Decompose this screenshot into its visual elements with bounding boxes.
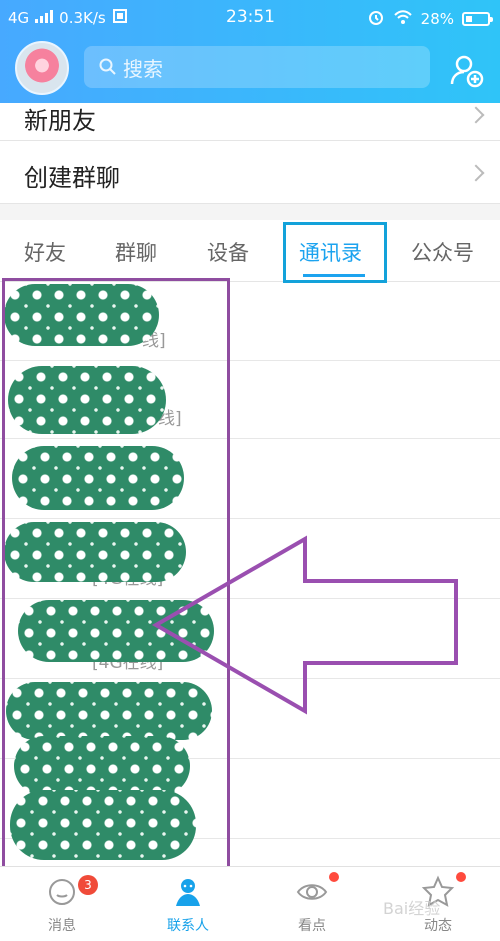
network-label: 4G bbox=[8, 9, 30, 27]
battery-percent: 28% bbox=[420, 10, 454, 28]
top-header: 4G 0.3K/s 23:51 28% 搜索 bbox=[0, 0, 500, 103]
create-group-label: 创建群聊 bbox=[24, 164, 120, 192]
create-group-row[interactable]: 创建群聊 bbox=[0, 141, 500, 204]
status-left: 4G 0.3K/s bbox=[8, 8, 128, 28]
message-icon bbox=[45, 875, 79, 909]
nav-label: 消息 bbox=[48, 918, 76, 934]
network-speed: 0.3K/s bbox=[59, 9, 106, 27]
add-friend-icon[interactable] bbox=[450, 54, 484, 88]
tab-official-accounts[interactable]: 公众号 bbox=[411, 237, 474, 267]
highlight-annotation bbox=[283, 222, 387, 283]
status-right: 28% bbox=[367, 8, 493, 30]
nav-label: 看点 bbox=[298, 918, 326, 934]
search-icon bbox=[98, 57, 118, 77]
signal-icon bbox=[35, 9, 54, 27]
new-friends-label: 新朋友 bbox=[24, 107, 96, 135]
battery-icon bbox=[462, 12, 493, 26]
avatar[interactable] bbox=[15, 41, 69, 95]
contact-tabs: 好友 群聊 设备 通讯录 公众号 bbox=[0, 220, 500, 282]
chevron-right-icon bbox=[467, 164, 485, 182]
wifi-icon bbox=[393, 9, 413, 29]
status-bar: 4G 0.3K/s 23:51 28% bbox=[0, 0, 500, 36]
app-icon bbox=[112, 8, 128, 28]
notification-dot bbox=[329, 872, 339, 882]
chevron-right-icon bbox=[467, 106, 485, 124]
clock: 23:51 bbox=[226, 7, 275, 27]
nav-contacts[interactable]: 联系人 bbox=[148, 875, 228, 935]
watermark: Bai经验 bbox=[383, 899, 441, 918]
tab-devices[interactable]: 设备 bbox=[207, 237, 249, 267]
arrow-annotation-icon bbox=[151, 535, 458, 715]
notification-dot bbox=[456, 872, 466, 882]
search-placeholder: 搜索 bbox=[123, 56, 163, 81]
search-bar[interactable]: 搜索 bbox=[84, 46, 430, 88]
alarm-icon bbox=[367, 8, 385, 30]
nav-label: 联系人 bbox=[167, 918, 209, 934]
tab-friends[interactable]: 好友 bbox=[24, 237, 66, 267]
unread-badge: 3 bbox=[78, 875, 98, 895]
section-gap bbox=[0, 204, 500, 220]
tab-groups[interactable]: 群聊 bbox=[115, 237, 157, 267]
new-friends-row[interactable]: 新朋友 bbox=[0, 103, 500, 141]
nav-watch[interactable]: 看点 bbox=[272, 875, 352, 935]
contacts-icon bbox=[171, 875, 205, 909]
eye-icon bbox=[295, 875, 329, 909]
